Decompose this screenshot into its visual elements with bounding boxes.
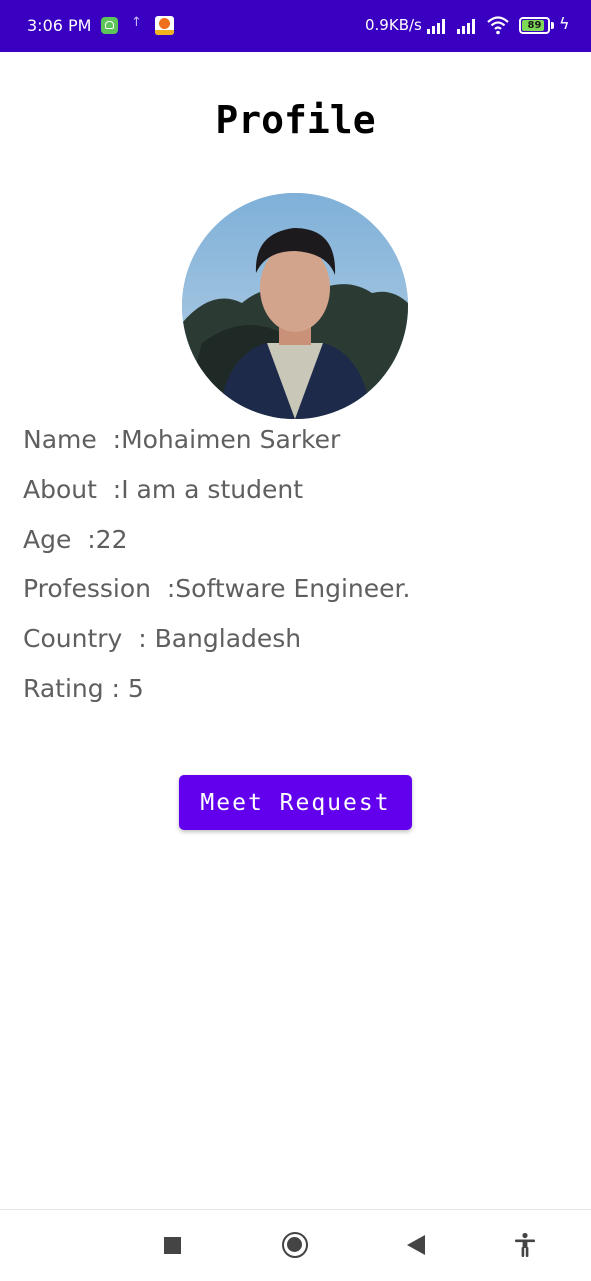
network-speed: 0.9KB/s bbox=[365, 16, 422, 34]
battery-icon: 89 bbox=[519, 17, 550, 34]
profile-photo bbox=[182, 193, 408, 419]
signal-icon bbox=[427, 18, 449, 34]
battery-percent: 89 bbox=[527, 20, 542, 31]
home-icon[interactable] bbox=[282, 1232, 308, 1258]
profile-age: Age :22 bbox=[23, 525, 128, 554]
navigation-bar bbox=[0, 1209, 591, 1281]
back-icon[interactable] bbox=[407, 1235, 425, 1255]
avatar bbox=[182, 193, 408, 419]
page-title: Profile bbox=[215, 98, 376, 142]
status-time: 3:06 PM bbox=[27, 16, 92, 35]
android-notification-icon bbox=[101, 17, 118, 34]
status-bar: 3:06 PM ↑ 0.9KB/s 89 ϟ bbox=[0, 0, 591, 52]
meet-request-button[interactable]: Meet Request bbox=[179, 775, 412, 830]
battery-cap bbox=[551, 22, 554, 29]
profile-rating: Rating : 5 bbox=[23, 674, 144, 703]
profile-name: Name :Mohaimen Sarker bbox=[23, 425, 341, 454]
app-notification-icon bbox=[155, 16, 174, 35]
profile-about: About :I am a student bbox=[23, 475, 304, 504]
upload-icon: ↑ bbox=[131, 15, 142, 30]
wifi-icon bbox=[487, 16, 509, 35]
profile-profession: Profession :Software Engineer. bbox=[23, 574, 411, 603]
charging-icon: ϟ bbox=[559, 14, 570, 33]
profile-country: Country : Bangladesh bbox=[23, 624, 302, 653]
signal-icon bbox=[457, 18, 479, 34]
accessibility-icon[interactable] bbox=[513, 1232, 537, 1258]
recents-icon[interactable] bbox=[164, 1237, 181, 1254]
